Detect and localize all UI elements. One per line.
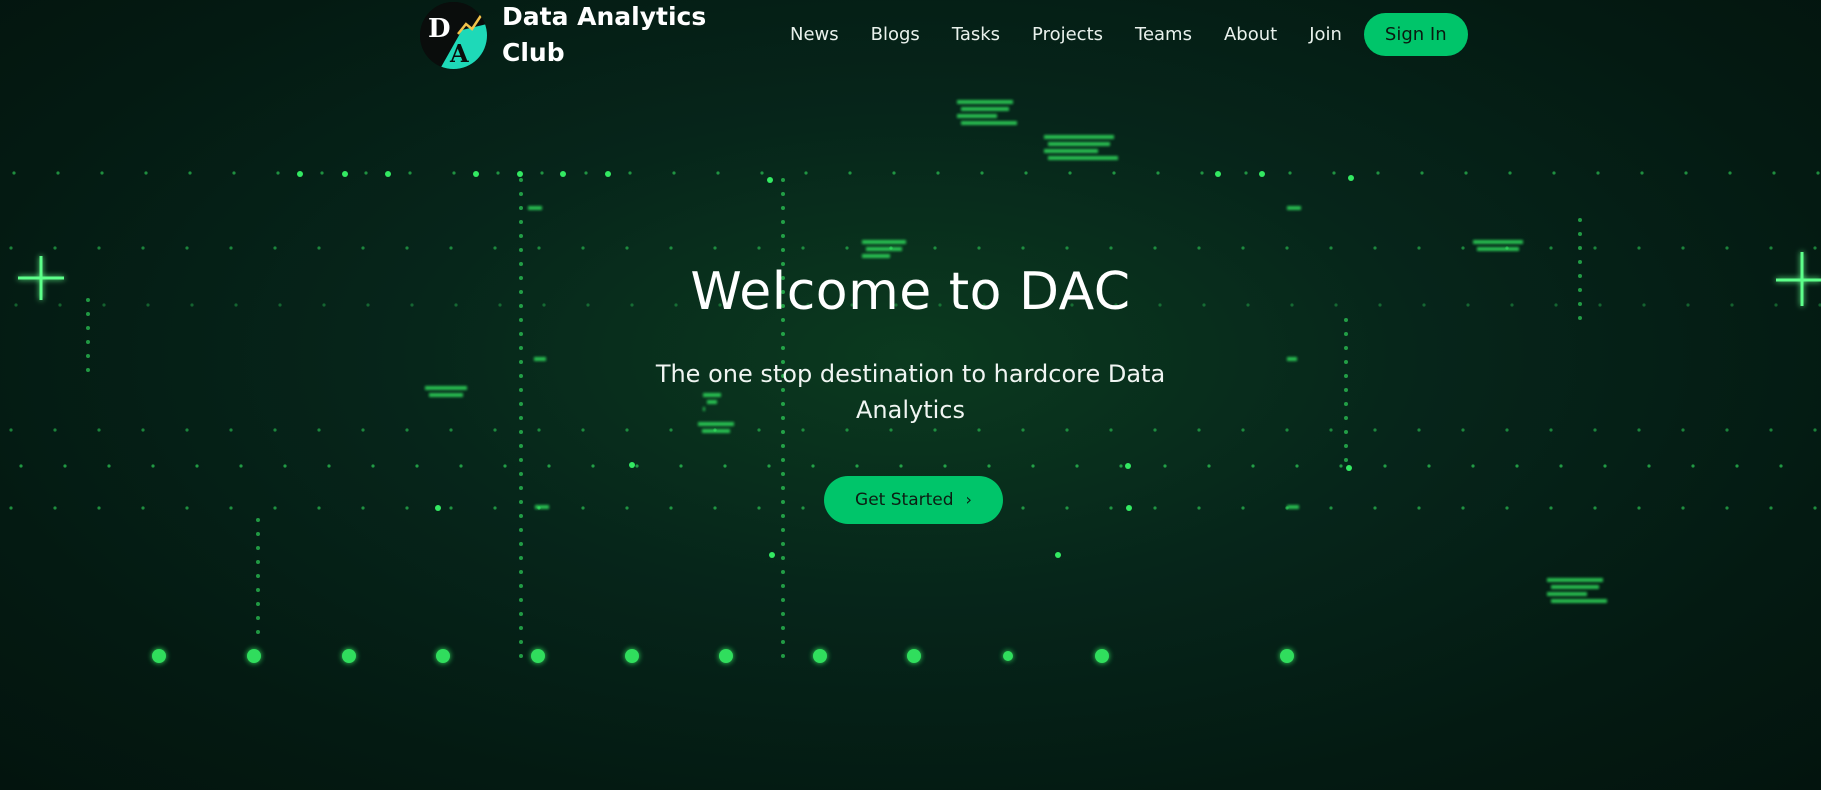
chevron-right-icon: › xyxy=(965,490,972,509)
top-navbar: D A Data Analytics Club News Blogs Tasks… xyxy=(0,0,1821,70)
nav-projects[interactable]: Projects xyxy=(1032,24,1103,45)
nav-links: News Blogs Tasks Projects Teams About Jo… xyxy=(790,12,1468,56)
nav-blogs[interactable]: Blogs xyxy=(871,24,920,45)
background-dots xyxy=(9,171,1821,663)
get-started-label: Get Started xyxy=(855,490,954,510)
background-code-fragments xyxy=(425,100,1607,603)
left-plus-icon xyxy=(18,256,64,300)
brand[interactable]: D A Data Analytics Club xyxy=(420,0,712,71)
background-graphics xyxy=(9,100,1821,663)
brand-name[interactable]: Data Analytics Club xyxy=(502,0,712,71)
nav-tasks[interactable]: Tasks xyxy=(952,24,1000,45)
sign-in-button[interactable]: Sign In xyxy=(1363,12,1468,56)
right-plus-icon xyxy=(1776,252,1821,306)
nav-teams[interactable]: Teams xyxy=(1135,24,1192,45)
nav-news[interactable]: News xyxy=(790,24,839,45)
svg-text:A: A xyxy=(449,39,469,68)
nav-about[interactable]: About xyxy=(1224,24,1277,45)
club-logo[interactable]: D A xyxy=(420,1,487,69)
nav-join[interactable]: Join xyxy=(1309,24,1342,45)
svg-text:D: D xyxy=(428,14,451,44)
get-started-button[interactable]: Get Started › xyxy=(824,476,1003,524)
